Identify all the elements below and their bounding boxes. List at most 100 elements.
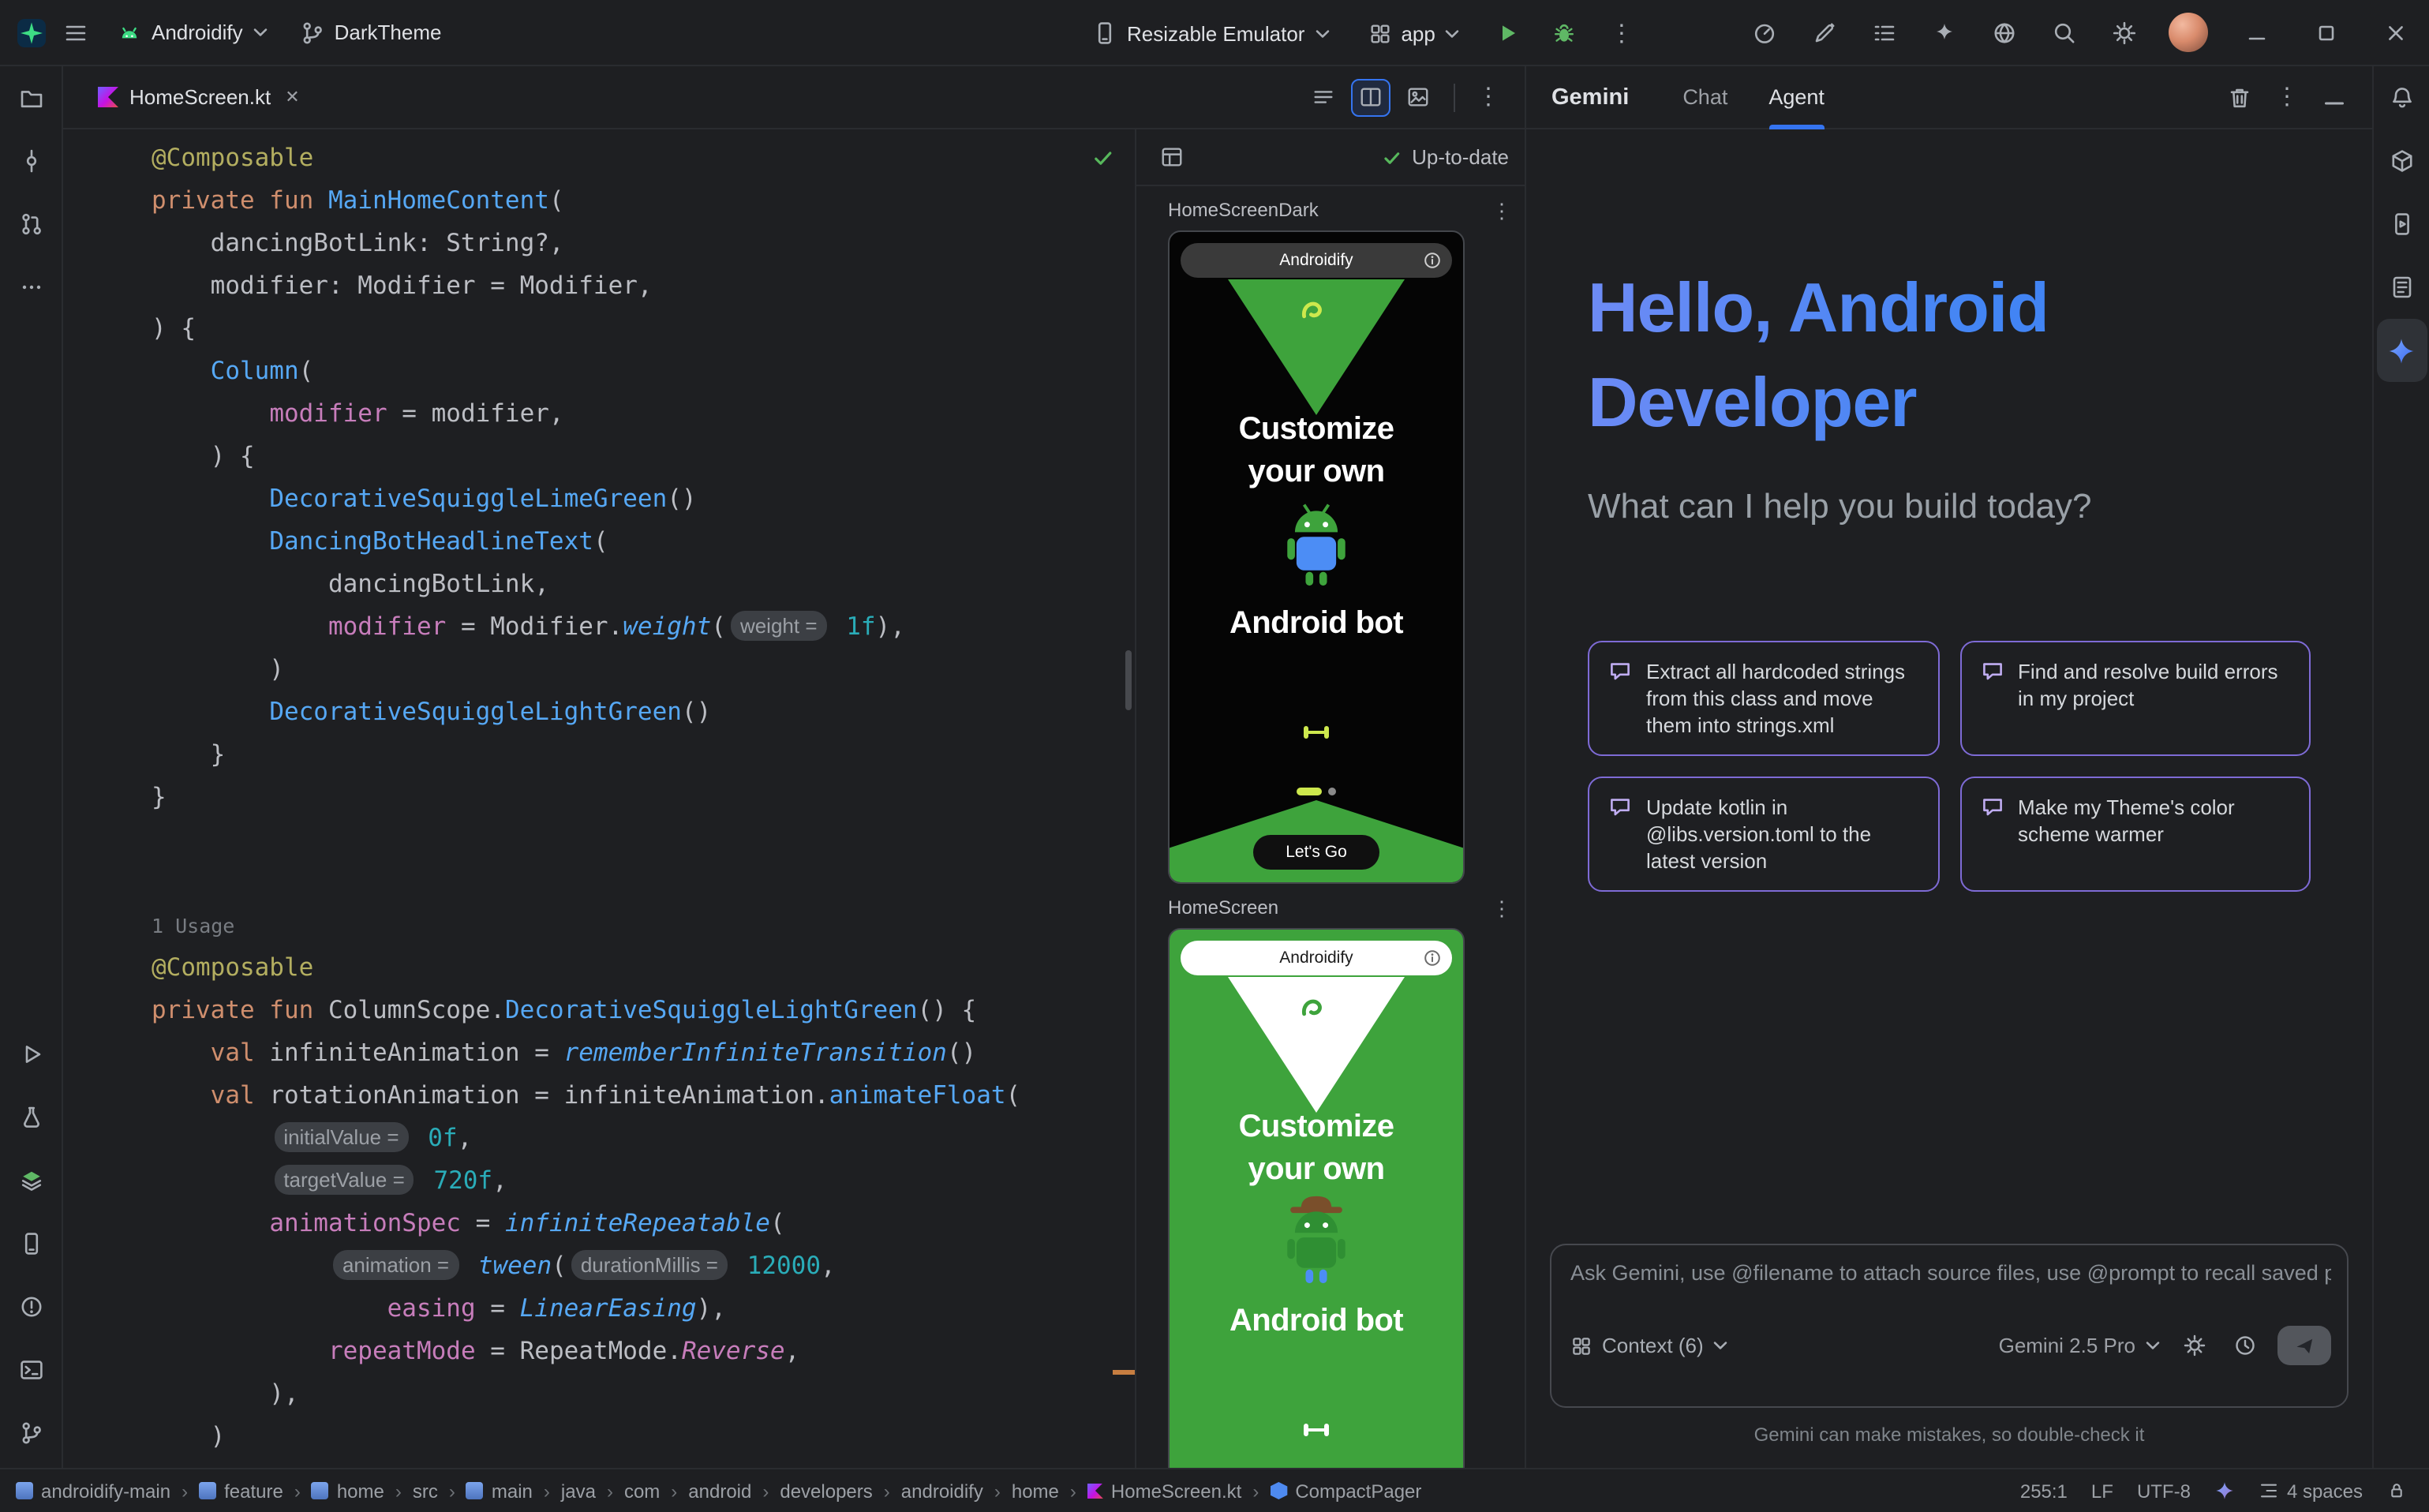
readonly-toggle[interactable]: [2386, 1480, 2407, 1501]
history-button[interactable]: [2227, 1328, 2262, 1363]
indent-setting[interactable]: 4 spaces: [2259, 1480, 2363, 1502]
device-selector[interactable]: Resizable Emulator: [1080, 14, 1342, 52]
ai-actions-button[interactable]: [1916, 10, 1973, 54]
preview-homescreen-light[interactable]: Androidify Customizeyour own: [1168, 928, 1465, 1468]
breadcrumb-item[interactable]: developers: [780, 1480, 872, 1502]
file-encoding[interactable]: UTF-8: [2137, 1480, 2191, 1502]
project-tool-button[interactable]: [6, 66, 56, 129]
breadcrumb-item[interactable]: android: [688, 1480, 751, 1502]
close-tab-icon[interactable]: ✕: [285, 87, 299, 107]
prompt-settings-button[interactable]: [2176, 1328, 2211, 1363]
gemini-status-button[interactable]: [2214, 1480, 2235, 1501]
breadcrumb-item[interactable]: androidify: [901, 1480, 983, 1502]
send-button[interactable]: [2277, 1326, 2331, 1365]
context-selector[interactable]: Context (6): [1570, 1334, 1729, 1357]
preview-scroll-area[interactable]: HomeScreenDark ⋮ Androidify Customiz: [1136, 186, 1525, 1468]
editor-scrollbar[interactable]: [1125, 650, 1132, 710]
preview-name[interactable]: HomeScreen: [1168, 896, 1278, 919]
running-devices-button[interactable]: [2376, 193, 2427, 256]
app-module-icon: [1368, 21, 1391, 45]
device-manager-tool-button[interactable]: [6, 1212, 56, 1275]
breadcrumb-item[interactable]: CompactPager: [1270, 1480, 1421, 1502]
run-tool-button[interactable]: [6, 1023, 56, 1086]
code-view-toggle[interactable]: [1304, 78, 1343, 116]
commit-icon: [18, 148, 43, 174]
breadcrumb-item[interactable]: java: [561, 1480, 596, 1502]
split-view-toggle[interactable]: [1351, 78, 1390, 116]
breadcrumb-item[interactable]: feature: [199, 1480, 283, 1502]
branch-selector[interactable]: DarkTheme: [287, 13, 455, 51]
caret-position[interactable]: 255:1: [2020, 1480, 2068, 1502]
model-selector[interactable]: Gemini 2.5 Pro: [1999, 1334, 2161, 1357]
breadcrumb-item[interactable]: HomeScreen.kt: [1087, 1480, 1241, 1502]
todo-list-button[interactable]: [1856, 10, 1913, 54]
suggestion-card[interactable]: Update kotlin in @libs.version.toml to t…: [1588, 777, 1939, 892]
ask-gemini-button[interactable]: [1796, 10, 1853, 54]
preview-options-button[interactable]: ⋮: [1491, 200, 1512, 220]
tab-chat[interactable]: Chat: [1682, 65, 1727, 129]
code-lines: @Composableprivate fun MainHomeContent( …: [63, 129, 1135, 1458]
notifications-button[interactable]: [2376, 66, 2427, 129]
preview-layout-button[interactable]: [1152, 138, 1190, 176]
line-ending[interactable]: LF: [2091, 1480, 2113, 1502]
breadcrumb-item[interactable]: home: [312, 1480, 384, 1502]
problems-tool-button[interactable]: [6, 1275, 56, 1338]
suggestion-card[interactable]: Find and resolve build errors in my proj…: [1959, 641, 2311, 756]
inspections-ok-icon[interactable]: [1091, 145, 1116, 170]
avatar[interactable]: [2169, 13, 2208, 52]
gear-icon: [2182, 1334, 2206, 1357]
gemini-prompt-box[interactable]: Context (6) Gemini 2.5 Pro: [1550, 1244, 2349, 1408]
run-button[interactable]: [1486, 11, 1530, 55]
commit-tool-button[interactable]: [6, 129, 56, 193]
triangle-decoration: [1228, 279, 1405, 415]
android-bot-illustration: [1271, 1188, 1362, 1289]
breadcrumb-item[interactable]: androidify-main: [16, 1480, 170, 1502]
hide-panel-button[interactable]: [2312, 75, 2356, 119]
breadcrumb-item[interactable]: main: [466, 1480, 533, 1502]
preview-homescreen-dark[interactable]: Androidify Customizeyour own: [1168, 230, 1465, 884]
code-editor[interactable]: @Composableprivate fun MainHomeContent( …: [63, 129, 1135, 1468]
lets-go-button[interactable]: Let's Go: [1253, 835, 1379, 870]
check-icon: [1380, 146, 1402, 168]
editor-options-button[interactable]: ⋮: [1471, 78, 1506, 116]
settings-button[interactable]: [2096, 10, 2153, 54]
suggestion-card[interactable]: Make my Theme's color scheme warmer: [1959, 777, 2311, 892]
suggestion-cards: Extract all hardcoded strings from this …: [1588, 641, 2311, 892]
window-minimize-button[interactable]: [2224, 0, 2290, 65]
version-control-tool-button[interactable]: [6, 1402, 56, 1465]
project-selector[interactable]: Androidify: [104, 13, 281, 51]
panel-options-button[interactable]: ⋮: [2265, 75, 2309, 119]
terminal-tool-button[interactable]: [6, 1338, 56, 1402]
pull-requests-tool-button[interactable]: [6, 193, 56, 256]
breadcrumb-item[interactable]: src: [413, 1480, 438, 1502]
run-configuration-selector[interactable]: app: [1355, 15, 1473, 51]
gemini-tool-button[interactable]: [2376, 319, 2427, 382]
device-streaming-button[interactable]: [1976, 10, 2033, 54]
preview-sync-status[interactable]: Up-to-date: [1380, 145, 1509, 169]
preview-options-button[interactable]: ⋮: [1491, 897, 1512, 918]
window-close-button[interactable]: [2363, 0, 2429, 65]
window-maximize-button[interactable]: [2293, 0, 2360, 65]
services-tool-button[interactable]: [6, 1086, 56, 1149]
search-everywhere-button[interactable]: [2036, 10, 2093, 54]
clear-chat-button[interactable]: [2218, 75, 2262, 119]
editor-tab[interactable]: HomeScreen.kt ✕: [88, 66, 309, 128]
debug-button[interactable]: [1543, 11, 1587, 55]
profiler-button[interactable]: [1736, 10, 1793, 54]
breadcrumb-item[interactable]: home: [1012, 1480, 1059, 1502]
compose-preview-panel: Up-to-date HomeScreenDark ⋮ Androidify: [1135, 129, 1525, 1468]
preview-name[interactable]: HomeScreenDark: [1168, 199, 1319, 221]
breadcrumb-item[interactable]: com: [624, 1480, 660, 1502]
play-outline-icon: [18, 1042, 43, 1067]
triangle-decoration: [1228, 977, 1405, 1113]
more-actions-button[interactable]: ⋮: [1600, 11, 1644, 55]
logcat-tool-button[interactable]: [2376, 256, 2427, 319]
suggestion-card[interactable]: Extract all hardcoded strings from this …: [1588, 641, 1939, 756]
more-tool-windows-button[interactable]: [6, 256, 56, 319]
tab-agent[interactable]: Agent: [1768, 65, 1825, 129]
design-view-toggle[interactable]: [1398, 78, 1438, 116]
gradle-tool-button[interactable]: [2376, 129, 2427, 193]
main-menu-button[interactable]: [54, 10, 98, 54]
build-tool-button[interactable]: [6, 1149, 56, 1212]
gemini-prompt-input[interactable]: [1570, 1261, 2331, 1285]
